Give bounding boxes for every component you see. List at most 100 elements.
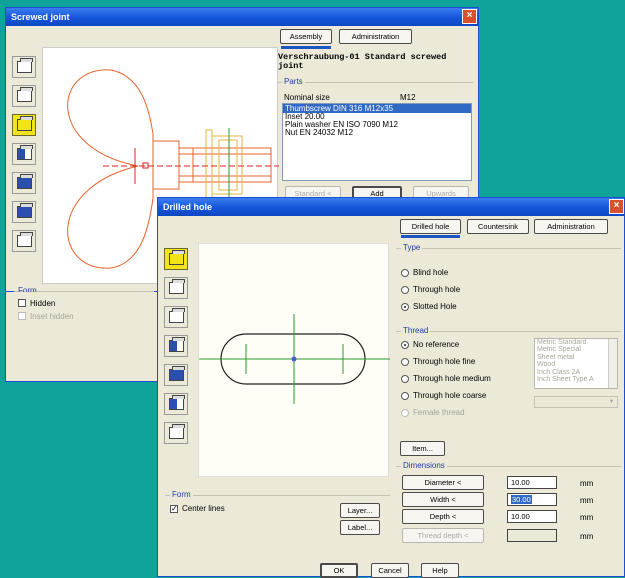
form-group-line bbox=[165, 495, 390, 496]
radio-blind-hole[interactable] bbox=[401, 269, 409, 277]
active-tab-indicator bbox=[401, 235, 460, 238]
form-group-label: Form bbox=[170, 490, 193, 499]
hidden-checkbox[interactable] bbox=[18, 299, 26, 307]
thread-standard-list[interactable]: Metric Standard Metric Special Sheet met… bbox=[534, 338, 618, 389]
tab-administration[interactable]: Administration bbox=[534, 219, 608, 234]
radio-slotted-hole[interactable] bbox=[401, 303, 409, 311]
thread-depth-field[interactable] bbox=[507, 529, 557, 542]
radio-through-hole-medium[interactable] bbox=[401, 375, 409, 383]
type-group-line bbox=[396, 248, 621, 249]
thread-depth-unit: mm bbox=[580, 532, 594, 541]
cube-icon bbox=[17, 145, 33, 160]
diameter-field[interactable]: 10.00 bbox=[507, 476, 557, 489]
slotted-hole-label: Slotted Hole bbox=[413, 302, 457, 311]
assembly-heading: Verschraubung-01 Standard screwed joint bbox=[278, 53, 446, 71]
diameter-button[interactable]: Diameter < bbox=[402, 475, 484, 490]
inset-hidden-label: Inset hidden bbox=[30, 312, 74, 321]
hole-preview-canvas[interactable] bbox=[198, 243, 390, 477]
thread-group-label: Thread bbox=[401, 326, 431, 335]
window-title: Drilled hole bbox=[163, 202, 213, 212]
cube-icon bbox=[17, 203, 33, 218]
layer-button[interactable]: Layer... bbox=[340, 503, 380, 518]
through-hole-fine-label: Through hole fine bbox=[413, 357, 476, 366]
parts-group-line bbox=[278, 82, 473, 83]
cube-icon bbox=[169, 250, 185, 265]
tab-countersink[interactable]: Countersink bbox=[467, 219, 529, 234]
item-button[interactable]: Item... bbox=[400, 441, 445, 456]
nominal-size-label: Nominal size bbox=[284, 93, 330, 102]
tab-administration[interactable]: Administration bbox=[339, 29, 412, 44]
list-item: Wood bbox=[537, 361, 556, 369]
thread-size-dropdown[interactable]: ▼ bbox=[534, 396, 618, 408]
nominal-size-value: M12 bbox=[400, 93, 416, 102]
width-field[interactable]: 30.00 bbox=[507, 493, 557, 506]
tab-assembly[interactable]: Assembly bbox=[280, 29, 332, 44]
list-item: Inch Sheet Type A bbox=[537, 376, 594, 384]
dimensions-group-label: Dimensions bbox=[401, 461, 447, 470]
cube-icon bbox=[17, 87, 33, 102]
type-group-label: Type bbox=[401, 243, 423, 252]
list-item: Metric Special bbox=[537, 346, 581, 354]
depth-button[interactable]: Depth < bbox=[402, 509, 484, 524]
screwed-joint-form-area: Hidden Inset hidden bbox=[5, 292, 159, 382]
cube-icon bbox=[169, 337, 185, 352]
view-button-4[interactable] bbox=[12, 143, 36, 165]
parts-list[interactable]: Thumbscrew DIN 316 M12x35 Inset 20.00 Pl… bbox=[282, 103, 472, 181]
list-item: Inch Class 2A bbox=[537, 368, 581, 376]
view-button-3[interactable] bbox=[164, 306, 188, 328]
list-item[interactable]: Nut EN 24032 M12 bbox=[283, 129, 471, 137]
through-hole-medium-label: Through hole medium bbox=[413, 374, 491, 383]
cube-icon bbox=[169, 366, 185, 381]
radio-female-thread[interactable] bbox=[401, 409, 409, 417]
view-button-7[interactable] bbox=[164, 422, 188, 444]
inset-hidden-checkbox[interactable] bbox=[18, 312, 26, 320]
radio-through-hole-fine[interactable] bbox=[401, 358, 409, 366]
close-icon[interactable]: × bbox=[462, 9, 477, 24]
view-button-6[interactable] bbox=[164, 393, 188, 415]
active-tab-indicator bbox=[281, 46, 331, 49]
through-hole-label: Through hole bbox=[413, 285, 461, 294]
view-button-3[interactable] bbox=[12, 114, 36, 136]
view-button-2[interactable] bbox=[12, 85, 36, 107]
center-lines-checkbox[interactable]: ✓ bbox=[170, 505, 178, 513]
hidden-label: Hidden bbox=[30, 299, 56, 308]
ok-button[interactable]: OK bbox=[320, 563, 358, 578]
radio-through-hole[interactable] bbox=[401, 286, 409, 294]
heading-line-2: joint bbox=[278, 61, 304, 71]
view-button-5[interactable] bbox=[164, 364, 188, 386]
view-button-6[interactable] bbox=[12, 201, 36, 223]
view-button-4[interactable] bbox=[164, 335, 188, 357]
thread-depth-button[interactable]: Thread depth < bbox=[402, 528, 484, 543]
view-button-5[interactable] bbox=[12, 172, 36, 194]
title-bar[interactable]: Screwed joint bbox=[6, 8, 478, 26]
cube-icon bbox=[17, 174, 33, 189]
title-bar[interactable]: Drilled hole bbox=[158, 198, 624, 216]
cube-icon bbox=[169, 279, 185, 294]
help-button[interactable]: Help bbox=[421, 563, 459, 578]
view-button-2[interactable] bbox=[164, 277, 188, 299]
female-thread-label: Female thread bbox=[413, 408, 465, 417]
close-icon[interactable]: × bbox=[609, 199, 624, 214]
width-button[interactable]: Width < bbox=[402, 492, 484, 507]
radio-through-hole-coarse[interactable] bbox=[401, 392, 409, 400]
depth-field[interactable]: 10.00 bbox=[507, 510, 557, 523]
cube-icon bbox=[169, 308, 185, 323]
depth-unit: mm bbox=[580, 513, 594, 522]
width-value: 30.00 bbox=[511, 495, 532, 504]
cancel-button[interactable]: Cancel bbox=[371, 563, 409, 578]
view-button-7[interactable] bbox=[12, 230, 36, 252]
radio-no-reference[interactable] bbox=[401, 341, 409, 349]
window-title: Screwed joint bbox=[11, 12, 70, 22]
list-item: Sheet metal bbox=[537, 353, 575, 361]
drilled-hole-window: Drilled hole × Drilled hole Countersink … bbox=[157, 197, 625, 578]
through-hole-coarse-label: Through hole coarse bbox=[413, 391, 487, 400]
cube-icon bbox=[169, 395, 185, 410]
list-item: Metric Standard bbox=[537, 339, 587, 346]
tab-drilled-hole[interactable]: Drilled hole bbox=[400, 219, 461, 234]
parts-group-label: Parts bbox=[282, 77, 305, 86]
scrollbar[interactable] bbox=[608, 339, 617, 388]
label-button[interactable]: Label... bbox=[340, 520, 380, 535]
view-button-1[interactable] bbox=[12, 56, 36, 78]
center-lines-label: Center lines bbox=[182, 504, 225, 513]
view-button-1[interactable] bbox=[164, 248, 188, 270]
